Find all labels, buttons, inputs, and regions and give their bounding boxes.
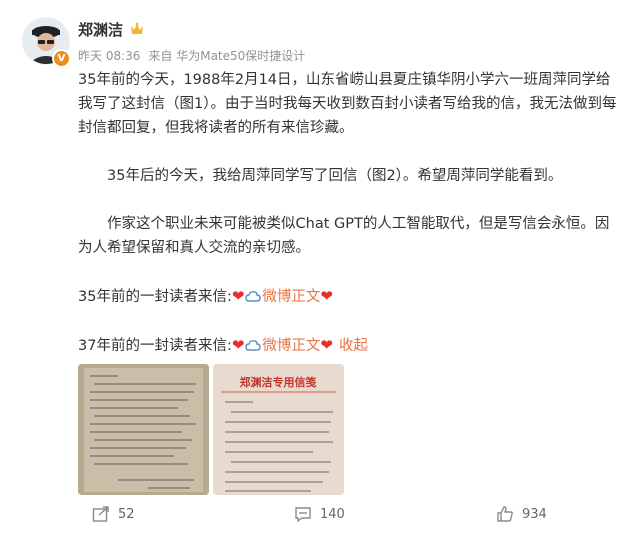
heart-icon: ❤ bbox=[320, 287, 333, 305]
paragraph-5: 37年前的一封读者来信:❤ 微博正文❤ 收起 bbox=[78, 333, 618, 358]
heart-icon: ❤ bbox=[231, 336, 245, 354]
repost-count: 52 bbox=[118, 506, 135, 522]
line4-prefix: 35年前的一封读者来信: bbox=[78, 289, 232, 305]
handwritten-letter-image bbox=[78, 364, 209, 495]
letterhead-image: 郑渊洁专用信笺 bbox=[213, 364, 344, 495]
weibo-link[interactable]: 微博正文 bbox=[262, 338, 320, 354]
post-source: 来自 华为Mate50保时捷设计 bbox=[148, 49, 306, 63]
weibo-link[interactable]: 微博正文 bbox=[262, 289, 320, 305]
paragraph-1: 35年前的今天，1988年2月14日，山东省崂山县夏庄镇华阴小学六一班周萍同学给… bbox=[78, 72, 617, 136]
cloud-icon bbox=[245, 291, 262, 302]
paragraph-2: 35年后的今天，我给周萍同学写了回信（图2）。希望周萍同学能看到。 bbox=[107, 168, 563, 184]
post-content: 35年前的今天，1988年2月14日，山东省崂山县夏庄镇华阴小学六一班周萍同学给… bbox=[78, 68, 618, 358]
comment-count: 140 bbox=[320, 506, 345, 522]
image-grid: 郑渊洁专用信笺 bbox=[78, 364, 344, 495]
letterhead-title: 郑渊洁专用信笺 bbox=[240, 375, 317, 389]
line5-prefix: 37年前的一封读者来信: bbox=[78, 338, 232, 354]
comment-icon bbox=[295, 507, 311, 523]
author-name[interactable]: 郑渊洁 bbox=[78, 19, 123, 40]
comment-button[interactable]: 140 bbox=[294, 505, 345, 523]
action-bar: 52 140 934 bbox=[0, 505, 639, 527]
crown-icon bbox=[129, 21, 145, 37]
heart-icon: ❤ bbox=[231, 287, 245, 305]
letter-image-2[interactable]: 郑渊洁专用信笺 bbox=[213, 364, 344, 495]
thumbs-up-icon bbox=[497, 506, 513, 522]
heart-icon: ❤ bbox=[320, 336, 333, 354]
author-row: 郑渊洁 bbox=[78, 18, 145, 40]
like-count: 934 bbox=[522, 506, 547, 522]
letter-image-1[interactable] bbox=[78, 364, 209, 495]
paragraph-3: 作家这个职业未来可能被类似Chat GPT的人工智能取代，但是写信会永恒。因为人… bbox=[78, 216, 610, 256]
cloud-icon bbox=[245, 340, 262, 351]
like-button[interactable]: 934 bbox=[496, 505, 547, 523]
post-time[interactable]: 昨天 08:36 bbox=[78, 47, 140, 64]
post-meta: 昨天 08:36 来自 华为Mate50保时捷设计 bbox=[78, 47, 305, 64]
paragraph-4: 35年前的一封读者来信:❤ 微博正文❤ bbox=[78, 284, 618, 309]
verified-badge: V bbox=[52, 49, 71, 68]
collapse-link[interactable]: 收起 bbox=[339, 338, 368, 354]
share-icon bbox=[92, 506, 109, 522]
repost-button[interactable]: 52 bbox=[92, 505, 135, 523]
